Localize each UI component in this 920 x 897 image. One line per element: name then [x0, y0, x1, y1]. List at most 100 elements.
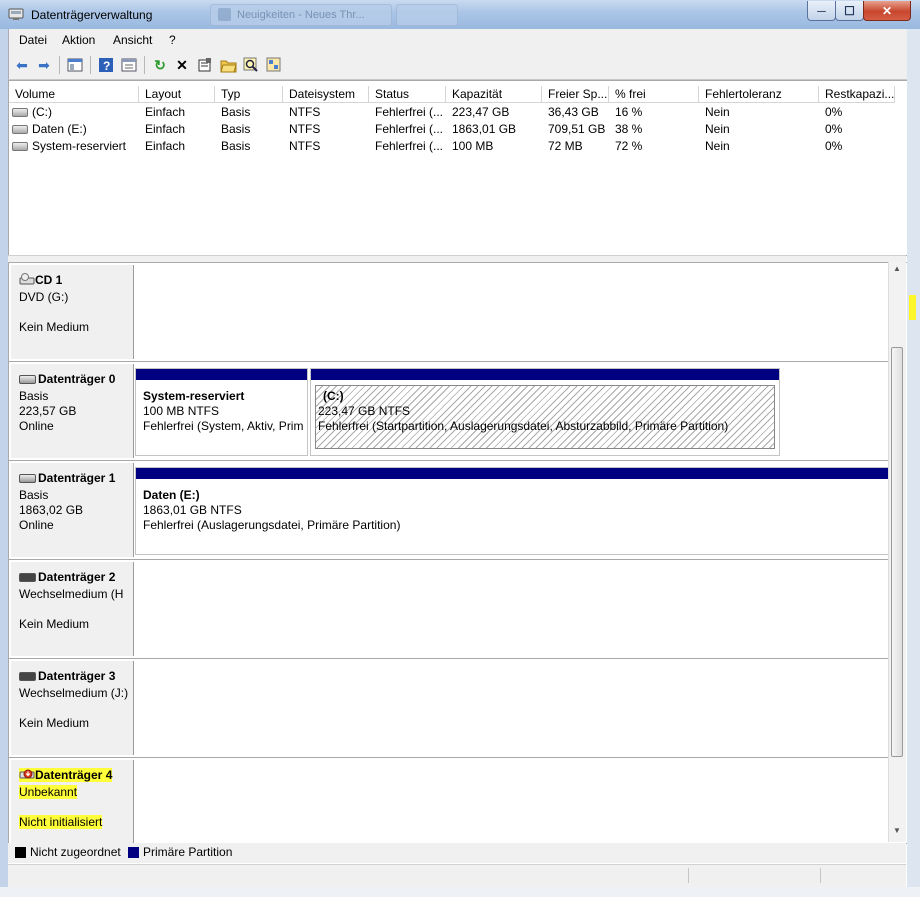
- toolbar-separator: [59, 56, 60, 74]
- disk-label[interactable]: CD 1 DVD (G:) Kein Medium: [11, 265, 134, 359]
- disk-type: Basis: [19, 389, 49, 403]
- disk-name: Datenträger 1: [38, 471, 116, 485]
- window-frame-left: [0, 29, 8, 887]
- partition-status: Fehlerfrei (Auslagerungsdatei, Primäre P…: [143, 518, 401, 532]
- legend-unallocated: Nicht zugeordnet: [30, 845, 121, 859]
- disk-name: Datenträger 0: [38, 372, 116, 386]
- cd-drive-icon: [19, 273, 35, 285]
- disk-status: Kein Medium: [19, 320, 90, 334]
- partition-title: System-reserviert: [143, 389, 245, 403]
- open-folder-icon[interactable]: [219, 56, 237, 74]
- primary-partition-bar: [136, 369, 307, 380]
- help-icon[interactable]: ?: [97, 56, 115, 74]
- disk-label[interactable]: Datenträger 3 Wechselmedium (J:) Kein Me…: [11, 661, 134, 755]
- menu-datei[interactable]: Datei: [19, 33, 47, 47]
- disk-row-cd1[interactable]: CD 1 DVD (G:) Kein Medium: [9, 263, 889, 362]
- column-header-kapazitaet[interactable]: Kapazität: [446, 86, 542, 103]
- row-restkapazitaet: 0%: [825, 105, 843, 119]
- background-window-edge: [907, 29, 920, 897]
- row-dateisystem: NTFS: [289, 105, 321, 119]
- removable-disk-icon: [19, 672, 36, 682]
- removable-disk-icon: [19, 573, 36, 583]
- hard-disk-icon: [19, 375, 36, 385]
- column-header-fehlertoleranz[interactable]: Fehlertoleranz: [699, 86, 819, 103]
- row-typ: Basis: [221, 122, 251, 136]
- partition-daten-e[interactable]: Daten (E:) 1863,01 GB NTFS Fehlerfrei (A…: [135, 467, 889, 555]
- row-fehlertoleranz: Nein: [705, 105, 730, 119]
- menu-help[interactable]: ?: [169, 33, 176, 47]
- unknown-disk-icon: [19, 769, 35, 779]
- partition-c[interactable]: (C:) 223,47 GB NTFS Fehlerfrei (Startpar…: [310, 368, 780, 456]
- column-header-freier-speicher[interactable]: Freier Sp...: [542, 86, 609, 103]
- back-arrow-icon[interactable]: ⬅: [13, 56, 31, 74]
- disk-row-3[interactable]: Datenträger 3 Wechselmedium (J:) Kein Me…: [9, 659, 889, 758]
- maximize-button[interactable]: ☐: [835, 1, 864, 21]
- background-highlight-mark: [909, 295, 916, 320]
- svg-text:?: ?: [103, 59, 110, 73]
- scroll-up-arrow[interactable]: ▲: [891, 264, 903, 278]
- console-tree-icon[interactable]: [66, 56, 84, 74]
- legend-primary: Primäre Partition: [143, 845, 233, 859]
- status-segment: [820, 868, 821, 883]
- disk-label[interactable]: Datenträger 4 Unbekannt Nicht initialisi…: [11, 760, 134, 843]
- row-typ: Basis: [221, 105, 251, 119]
- background-window-title: Neuigkeiten - Neues Thr...: [237, 9, 365, 21]
- close-button[interactable]: ✕: [863, 1, 911, 21]
- disk-type: DVD (G:): [19, 290, 69, 304]
- row-volume: System-reserviert: [32, 139, 127, 153]
- menu-aktion[interactable]: Aktion: [62, 33, 95, 47]
- disk-type: Wechselmedium (J:): [19, 686, 129, 700]
- column-header-restkapazitaet[interactable]: Restkapazi...: [819, 86, 895, 103]
- search-icon[interactable]: [242, 56, 260, 74]
- explore-icon[interactable]: [265, 56, 283, 74]
- row-status: Fehlerfrei (...: [375, 139, 444, 153]
- partition-system-reserviert[interactable]: System-reserviert 100 MB NTFS Fehlerfrei…: [135, 368, 308, 456]
- title-bar[interactable]: Datenträgerverwaltung Neuigkeiten - Neue…: [0, 0, 920, 30]
- disk-label[interactable]: Datenträger 1 Basis 1863,02 GB Online: [11, 463, 134, 557]
- properties-icon[interactable]: [196, 56, 214, 74]
- disk-label[interactable]: Datenträger 0 Basis 223,57 GB Online: [11, 364, 134, 458]
- disk-name: Datenträger 2: [38, 570, 116, 584]
- disk-type: Unbekannt: [19, 785, 78, 799]
- partition-status: Fehlerfrei (System, Aktiv, Prim: [143, 419, 303, 433]
- column-header-typ[interactable]: Typ: [215, 86, 283, 103]
- legend-swatch-primary: [128, 847, 139, 858]
- row-volume: Daten (E:): [32, 122, 87, 136]
- partition-title: Daten (E:): [143, 488, 200, 502]
- disk-row-2[interactable]: Datenträger 2 Wechselmedium (H Kein Medi…: [9, 560, 889, 659]
- row-freier-speicher: 72 MB: [548, 139, 583, 153]
- column-header-layout[interactable]: Layout: [139, 86, 215, 103]
- volume-icon: [12, 108, 28, 118]
- column-header-volume[interactable]: Volume: [9, 86, 139, 103]
- background-window-edge-bottom: [0, 887, 920, 897]
- disk-name: CD 1: [35, 273, 63, 287]
- disk-label[interactable]: Datenträger 2 Wechselmedium (H Kein Medi…: [11, 562, 134, 656]
- disk-row-0[interactable]: Datenträger 0 Basis 223,57 GB Online Sys…: [9, 362, 889, 461]
- disk-map-scrollbar[interactable]: ▲ ▼: [888, 262, 906, 842]
- volume-icon: [12, 125, 28, 135]
- forward-arrow-icon[interactable]: ➡: [35, 56, 53, 74]
- disk-name: Datenträger 3: [38, 669, 116, 683]
- disk-row-1[interactable]: Datenträger 1 Basis 1863,02 GB Online Da…: [9, 461, 889, 560]
- column-header-status[interactable]: Status: [369, 86, 446, 103]
- disk-name: Datenträger 4: [35, 768, 113, 782]
- row-kapazitaet: 1863,01 GB: [452, 122, 517, 136]
- legend-swatch-unallocated: [15, 847, 26, 858]
- volume-list[interactable]: Volume Layout Typ Dateisystem Status Kap…: [8, 80, 908, 256]
- minimize-button[interactable]: ─: [807, 1, 836, 21]
- delete-icon[interactable]: ✕: [173, 56, 191, 74]
- refresh-icon[interactable]: ↻: [151, 56, 169, 74]
- show-hide-icon[interactable]: [120, 56, 138, 74]
- column-header-prozent-frei[interactable]: % frei: [609, 86, 699, 103]
- toolbar: ⬅ ➡ ? ↻ ✕: [8, 51, 910, 80]
- window-title: Datenträgerverwaltung: [31, 8, 153, 22]
- toolbar-separator: [144, 56, 145, 74]
- menu-ansicht[interactable]: Ansicht: [113, 33, 152, 47]
- scroll-down-arrow[interactable]: ▼: [891, 826, 903, 840]
- background-window-tab: Neuigkeiten - Neues Thr...: [210, 4, 392, 26]
- column-header-dateisystem[interactable]: Dateisystem: [283, 86, 369, 103]
- disk-row-4[interactable]: Datenträger 4 Unbekannt Nicht initialisi…: [9, 758, 889, 843]
- row-dateisystem: NTFS: [289, 122, 321, 136]
- scrollbar-thumb[interactable]: [891, 347, 903, 757]
- disk-map: CD 1 DVD (G:) Kein Medium Datenträger 0 …: [8, 262, 908, 844]
